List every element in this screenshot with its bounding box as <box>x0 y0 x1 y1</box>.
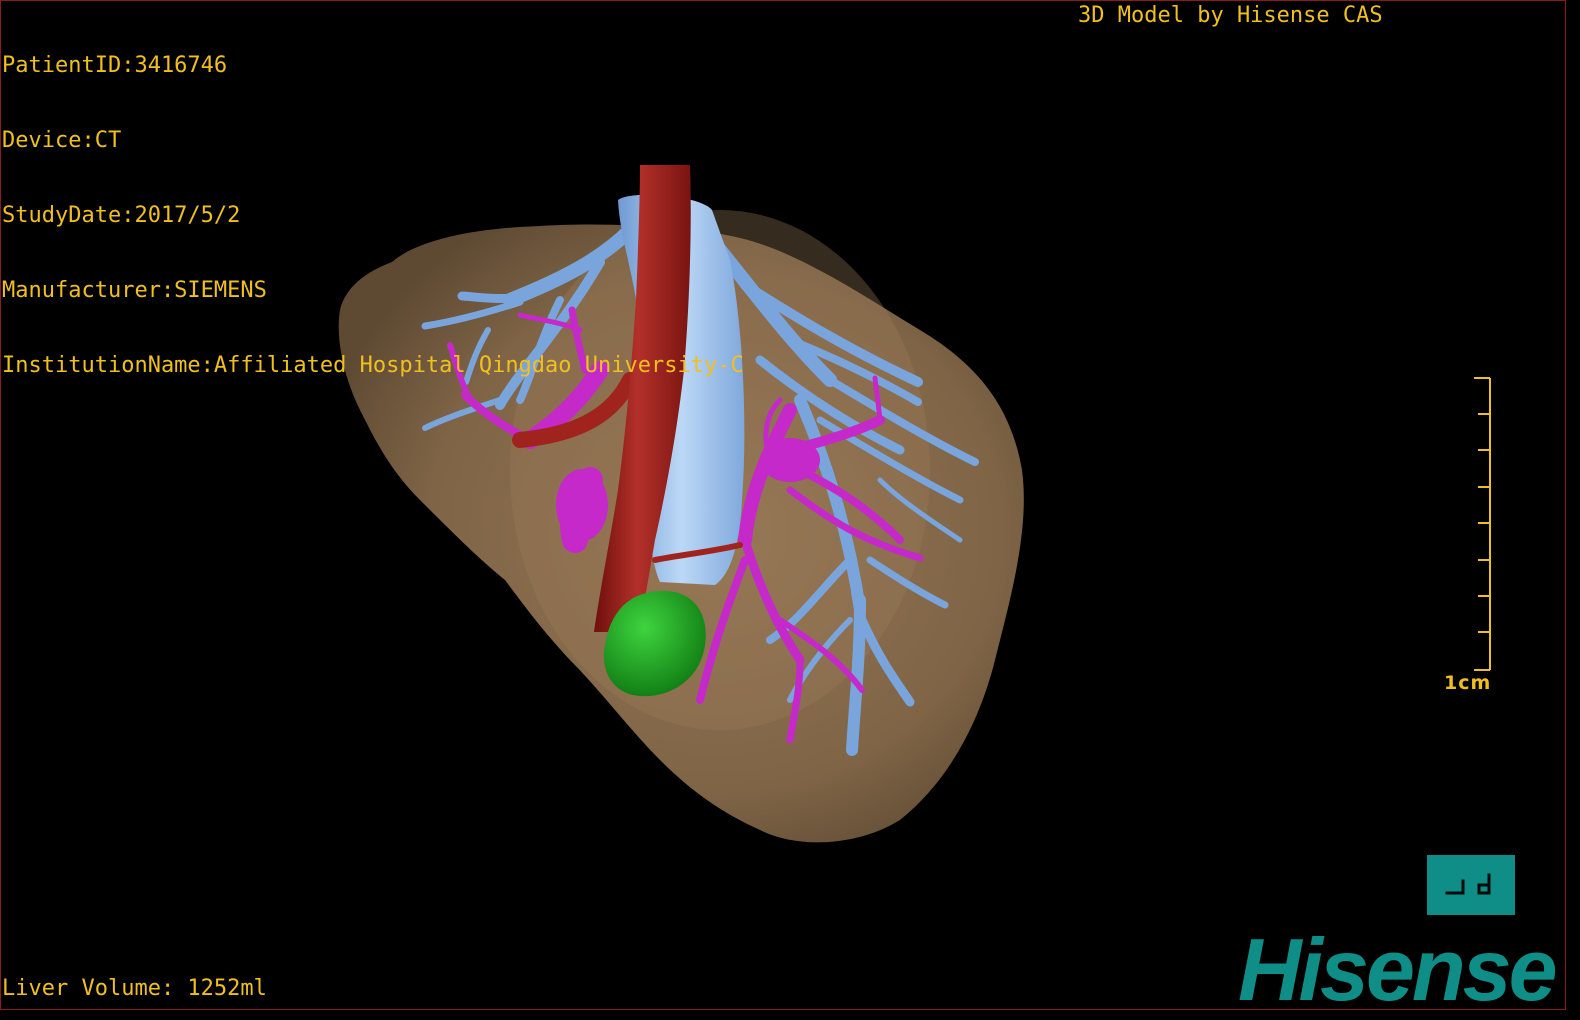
hisense-wordmark: Hisense <box>1238 920 1558 1019</box>
patient-id: PatientID:3416746 <box>2 53 228 78</box>
scale-bar-label: 1cm <box>1444 672 1492 694</box>
study-date: StudyDate:2017/5/2 <box>2 203 241 228</box>
institution-name: InstitutionName:Affiliated Hospital Qing… <box>2 353 744 378</box>
manufacturer: Manufacturer:SIEMENS <box>2 278 267 303</box>
orientation-badge-icon <box>1427 855 1515 915</box>
portal-vein-bulge <box>556 469 608 541</box>
portal-vein-bulge-right <box>760 438 820 482</box>
model-credit: 3D Model by Hisense CAS <box>1078 3 1383 28</box>
dicom-metadata: PatientID:3416746 Device:CT StudyDate:20… <box>2 3 744 428</box>
render-viewport[interactable]: PatientID:3416746 Device:CT StudyDate:20… <box>0 0 1580 1020</box>
liver-volume: Liver Volume: 1252ml <box>2 976 267 1001</box>
device: Device:CT <box>2 128 122 153</box>
scale-bar <box>1474 377 1491 671</box>
